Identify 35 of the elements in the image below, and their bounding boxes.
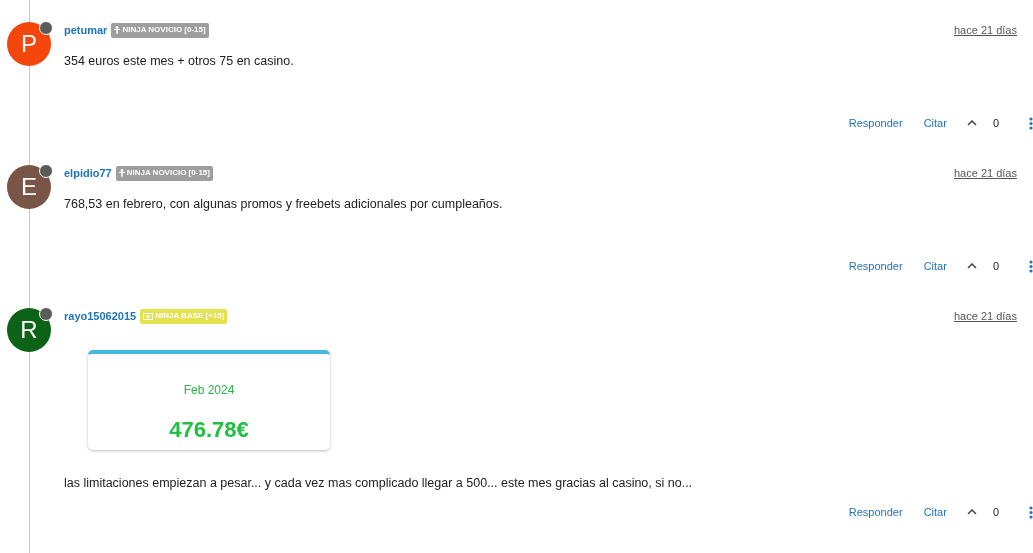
comment-text: 354 euros este mes + otros 75 en casino.: [64, 53, 295, 70]
upvote-icon[interactable]: [966, 509, 977, 515]
person-icon: [114, 26, 121, 34]
comment-text: 768,53 en febrero, con algunas promos y freebets adicionales por cumpleaños.: [64, 196, 504, 213]
reply-link[interactable]: Responder: [848, 257, 903, 275]
quote-link[interactable]: Citar: [923, 257, 947, 275]
upvote-icon[interactable]: [966, 263, 977, 269]
reply-link[interactable]: Responder: [848, 503, 903, 521]
reply-link[interactable]: Responder: [848, 114, 903, 132]
username-link[interactable]: petumar: [64, 21, 108, 39]
timestamp-link[interactable]: hace 21 días: [954, 21, 1017, 39]
avatar: R: [7, 308, 51, 352]
avatar: E: [7, 165, 51, 209]
comment-text: las limitaciones empiezan a pesar... y cada vez mas complicado llegar a 500... este mes gracias al casino, si no...: [64, 475, 694, 492]
person-icon: [118, 169, 125, 177]
avatar: P: [7, 22, 51, 66]
more-options-icon[interactable]: [1029, 259, 1033, 273]
quote-link[interactable]: Citar: [923, 114, 947, 132]
more-options-icon[interactable]: [1029, 505, 1033, 519]
card-amount: 476.78€: [169, 416, 249, 444]
username-link[interactable]: elpidio77: [64, 164, 112, 182]
vote-count: 0: [992, 258, 999, 274]
more-options-icon[interactable]: [1029, 116, 1033, 130]
timestamp-link[interactable]: hace 21 días: [954, 164, 1017, 182]
rank-badge: NINJA NOVICIO [0-15]: [115, 165, 213, 181]
upvote-icon[interactable]: [966, 120, 977, 126]
banknote-icon: [143, 312, 154, 320]
card-period: Feb 2024: [183, 382, 235, 399]
vote-count: 0: [992, 115, 999, 131]
rank-badge: NINJA NOVICIO [0-15]: [111, 22, 209, 38]
quote-link[interactable]: Citar: [923, 503, 947, 521]
vote-count: 0: [992, 504, 999, 520]
username-link[interactable]: rayo15062015: [64, 307, 137, 325]
timestamp-link[interactable]: hace 21 días: [954, 307, 1017, 325]
rank-badge: NINJA BASE [+15]: [140, 308, 228, 324]
